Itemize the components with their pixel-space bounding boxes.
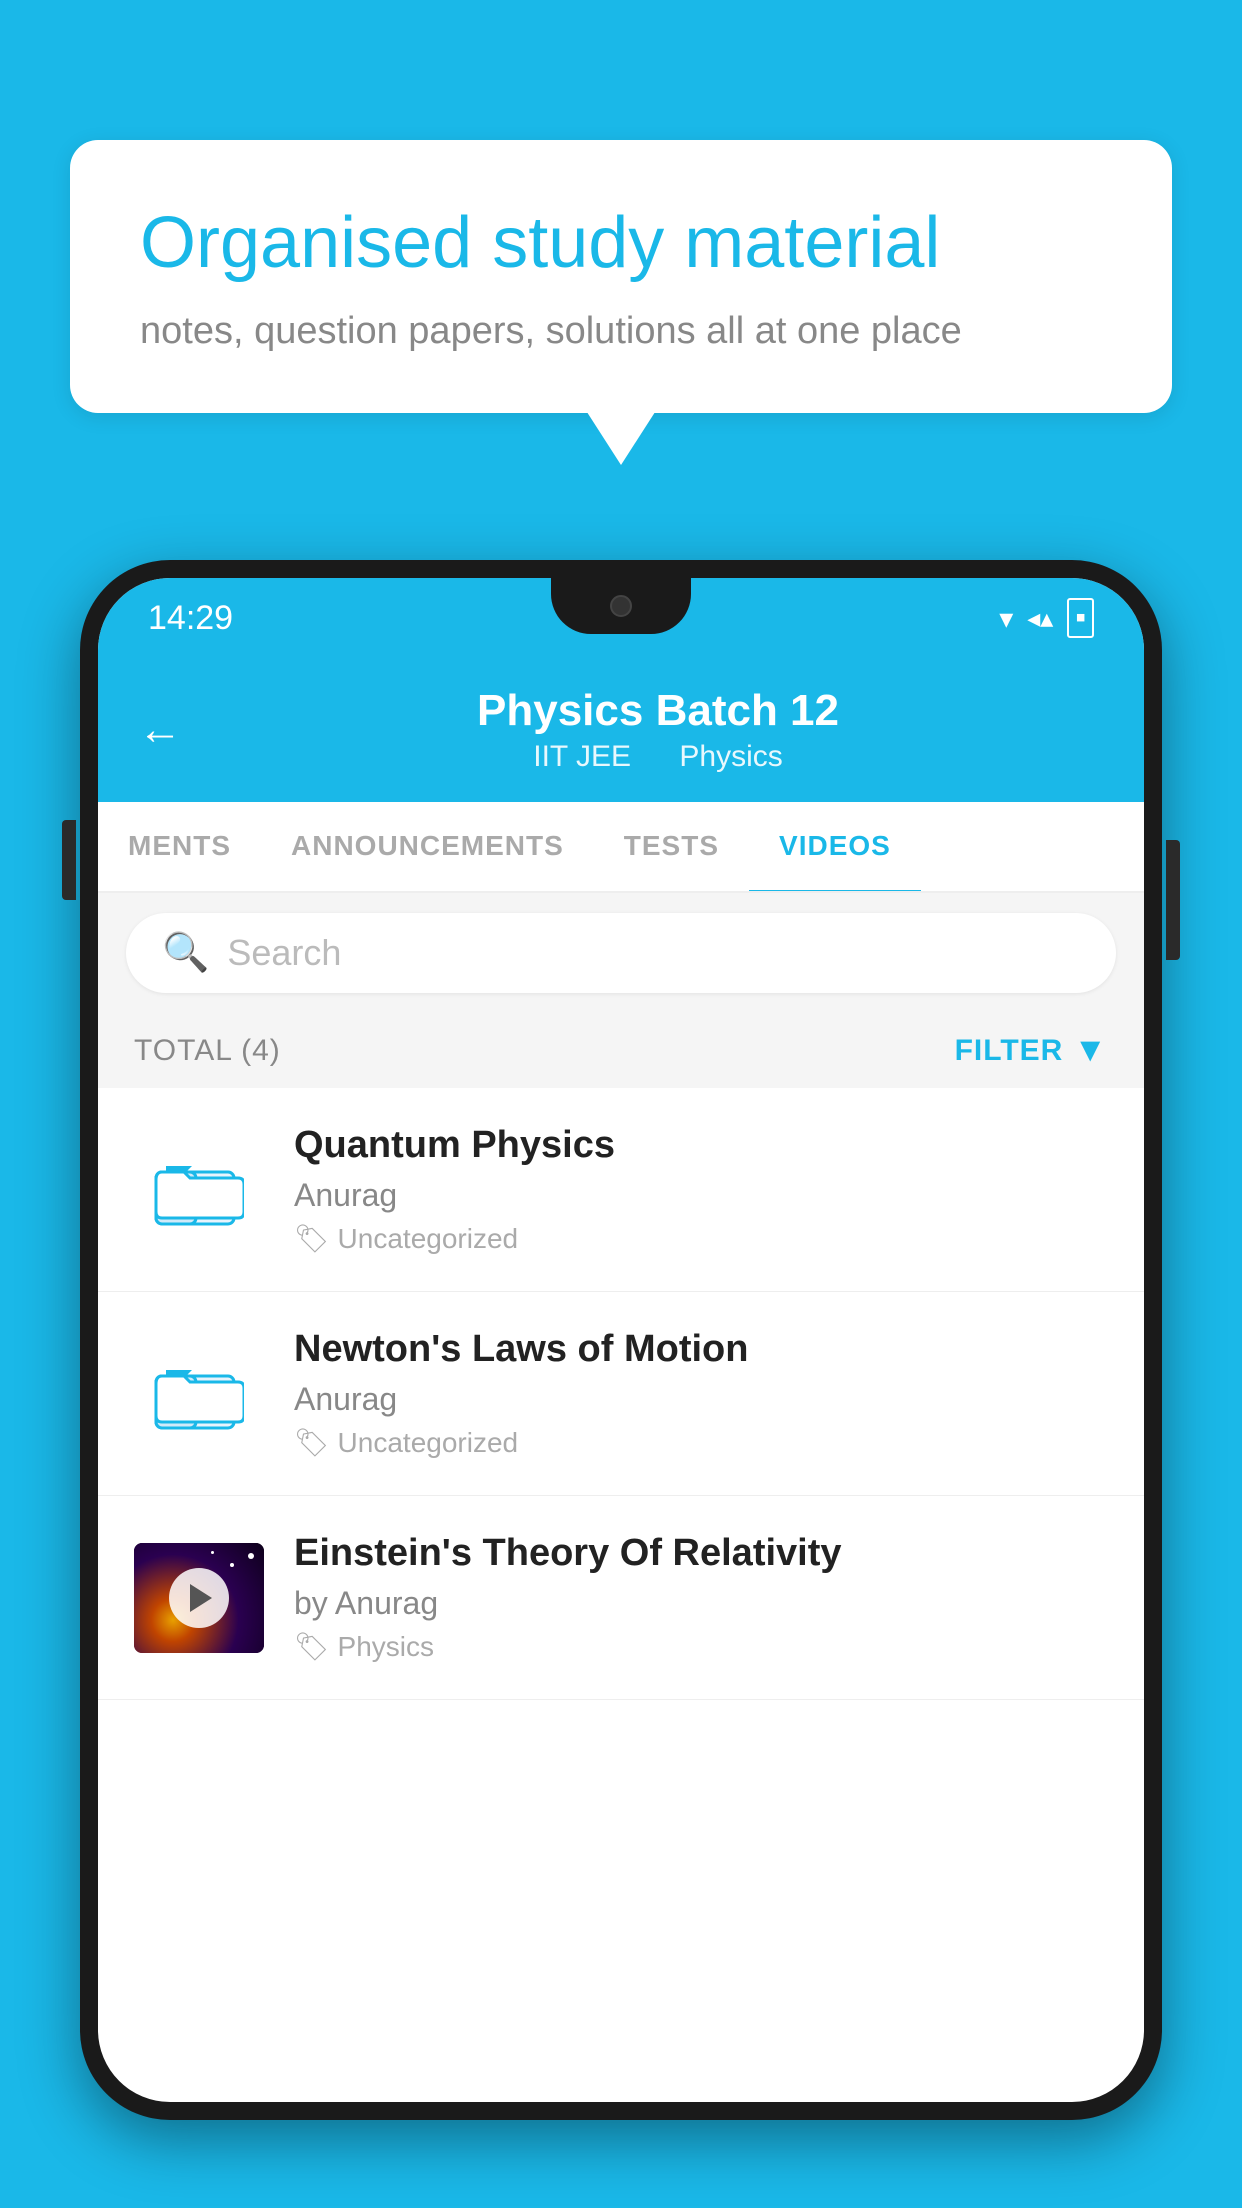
video-author: Anurag xyxy=(294,1177,1108,1214)
subtitle-iitjee: IIT JEE xyxy=(533,740,631,773)
video-thumbnail xyxy=(134,1543,264,1653)
video-title: Einstein's Theory Of Relativity xyxy=(294,1532,1108,1575)
bubble-title: Organised study material xyxy=(140,200,1102,286)
status-icons: ▾ ◂▴ ▪ xyxy=(999,598,1094,638)
speech-bubble: Organised study material notes, question… xyxy=(70,140,1172,413)
filter-bar: TOTAL (4) FILTER ▼ xyxy=(98,1013,1144,1088)
video-author: Anurag xyxy=(294,1381,1108,1418)
status-bar: 14:29 ▾ ◂▴ ▪ xyxy=(98,578,1144,658)
bubble-subtitle: notes, question papers, solutions all at… xyxy=(140,310,1102,353)
video-title: Quantum Physics xyxy=(294,1124,1108,1167)
header-title-group: Physics Batch 12 IIT JEE Physics xyxy=(212,686,1104,774)
play-button[interactable] xyxy=(169,1568,229,1628)
filter-button[interactable]: FILTER ▼ xyxy=(955,1031,1108,1070)
list-item[interactable]: Quantum Physics Anurag 🏷 Uncategorized xyxy=(98,1088,1144,1292)
folder-icon xyxy=(134,1135,264,1245)
speech-bubble-section: Organised study material notes, question… xyxy=(70,140,1172,413)
list-item[interactable]: Newton's Laws of Motion Anurag 🏷 Uncateg… xyxy=(98,1292,1144,1496)
tag-label: Uncategorized xyxy=(338,1427,519,1459)
notch xyxy=(551,578,691,634)
tab-announcements[interactable]: ANNOUNCEMENTS xyxy=(261,802,594,893)
phone-container: 14:29 ▾ ◂▴ ▪ ← Physics Batch 12 xyxy=(80,560,1162,2208)
batch-title: Physics Batch 12 xyxy=(212,686,1104,736)
filter-label: FILTER xyxy=(955,1034,1064,1068)
video-info: Newton's Laws of Motion Anurag 🏷 Uncateg… xyxy=(294,1328,1108,1459)
batch-subtitle: IIT JEE Physics xyxy=(212,740,1104,774)
video-tag: 🏷 Physics xyxy=(294,1630,1108,1663)
folder-icon xyxy=(134,1339,264,1449)
subtitle-physics: Physics xyxy=(679,740,782,773)
signal-icon: ◂▴ xyxy=(1027,603,1053,634)
phone-outer: 14:29 ▾ ◂▴ ▪ ← Physics Batch 12 xyxy=(80,560,1162,2120)
search-container: 🔍 Search xyxy=(98,893,1144,1013)
tab-tests[interactable]: TESTS xyxy=(594,802,749,893)
tag-icon: 🏷 xyxy=(294,1630,330,1663)
phone-screen: 14:29 ▾ ◂▴ ▪ ← Physics Batch 12 xyxy=(98,578,1144,2102)
wifi-icon: ▾ xyxy=(999,602,1013,635)
status-time: 14:29 xyxy=(148,599,233,638)
list-item[interactable]: Einstein's Theory Of Relativity by Anura… xyxy=(98,1496,1144,1700)
app-header: ← Physics Batch 12 IIT JEE Physics xyxy=(98,658,1144,802)
play-icon xyxy=(190,1584,212,1612)
battery-icon: ▪ xyxy=(1067,598,1094,638)
tag-label: Uncategorized xyxy=(338,1223,519,1255)
tag-icon: 🏷 xyxy=(294,1426,330,1459)
search-placeholder: Search xyxy=(227,932,341,974)
tab-videos[interactable]: VIDEOS xyxy=(749,802,921,893)
tag-icon: 🏷 xyxy=(294,1222,330,1255)
video-tag: 🏷 Uncategorized xyxy=(294,1222,1108,1255)
video-list: Quantum Physics Anurag 🏷 Uncategorized xyxy=(98,1088,1144,1700)
total-count: TOTAL (4) xyxy=(134,1034,281,1068)
video-author: by Anurag xyxy=(294,1585,1108,1622)
notch-camera xyxy=(610,595,632,617)
back-button[interactable]: ← xyxy=(138,705,182,755)
filter-icon: ▼ xyxy=(1073,1031,1108,1070)
video-tag: 🏷 Uncategorized xyxy=(294,1426,1108,1459)
tab-ments[interactable]: MENTS xyxy=(98,802,261,893)
video-info: Einstein's Theory Of Relativity by Anura… xyxy=(294,1532,1108,1663)
search-icon: 🔍 xyxy=(162,931,209,975)
tag-label: Physics xyxy=(338,1631,434,1663)
search-bar[interactable]: 🔍 Search xyxy=(126,913,1116,993)
video-title: Newton's Laws of Motion xyxy=(294,1328,1108,1371)
tabs-bar: MENTS ANNOUNCEMENTS TESTS VIDEOS xyxy=(98,802,1144,893)
video-info: Quantum Physics Anurag 🏷 Uncategorized xyxy=(294,1124,1108,1255)
